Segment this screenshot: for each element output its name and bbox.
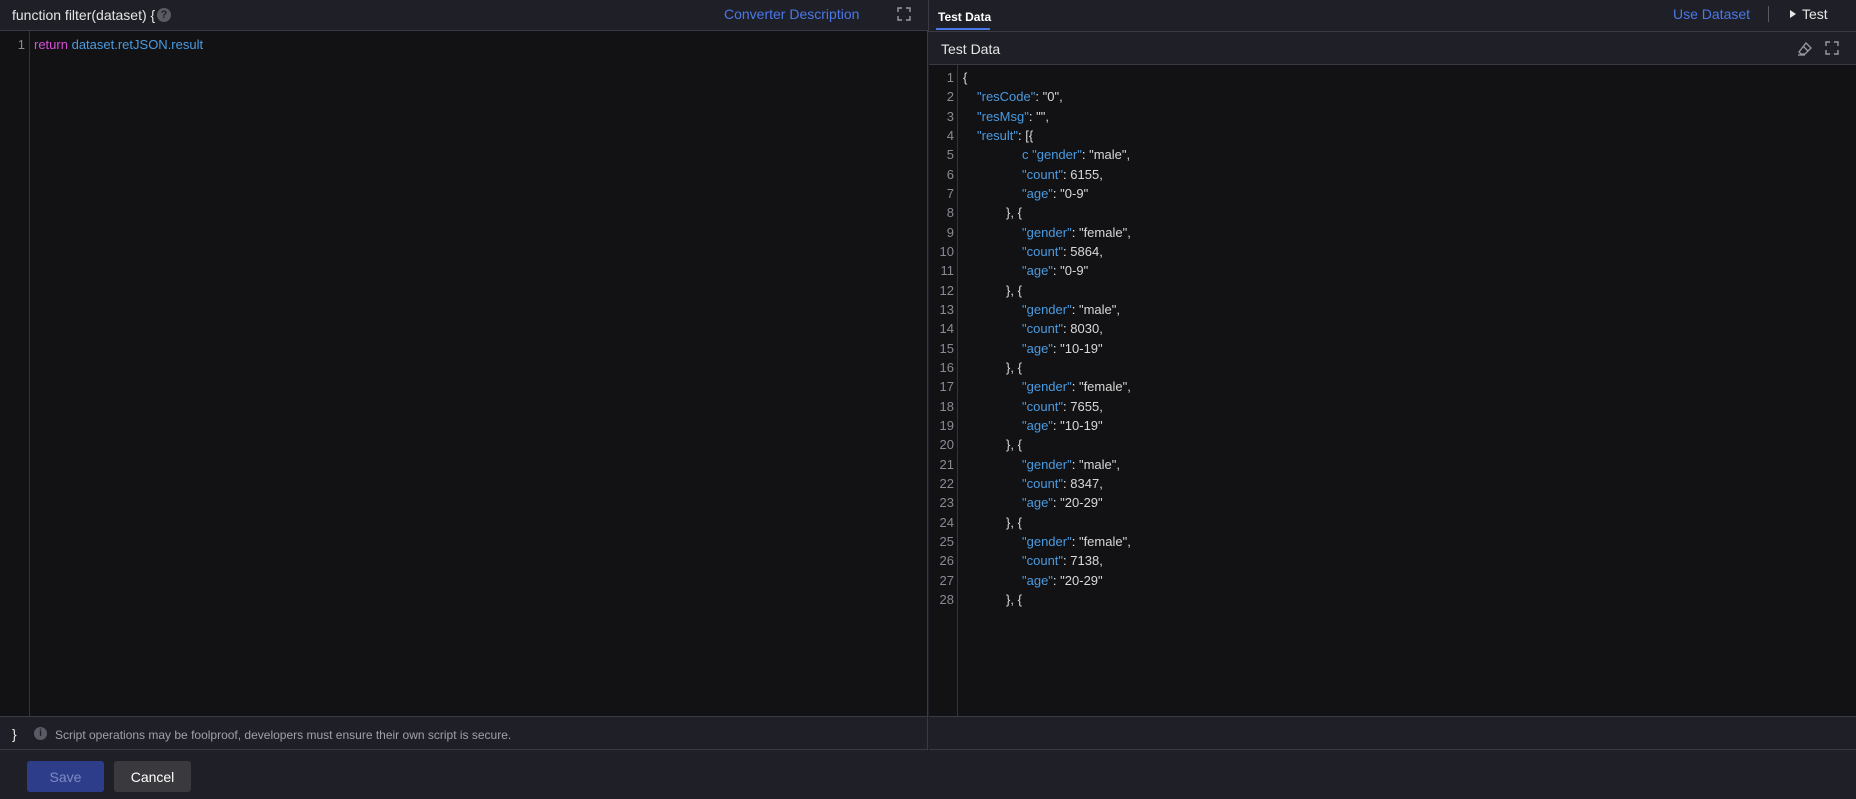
json-line: "count": 7655, bbox=[1022, 398, 1103, 414]
json-line: "gender": "female", bbox=[1022, 224, 1131, 240]
closing-brace: } bbox=[12, 726, 17, 742]
play-icon bbox=[1790, 10, 1796, 18]
line-number: 25 bbox=[939, 533, 954, 549]
test-button[interactable]: Test bbox=[1790, 6, 1828, 22]
json-line: "age": "20-29" bbox=[1022, 495, 1103, 511]
line-number: 23 bbox=[939, 495, 954, 511]
line-number: 2 bbox=[946, 89, 954, 105]
line-number: 18 bbox=[939, 398, 954, 414]
line-number: 10 bbox=[939, 243, 954, 259]
json-line: "count": 5864, bbox=[1022, 243, 1103, 259]
test-data-header bbox=[929, 32, 1856, 65]
info-circle-icon: i bbox=[34, 727, 47, 740]
json-line: "gender": "male", bbox=[1022, 301, 1120, 317]
line-number: 20 bbox=[939, 437, 954, 453]
line-number: 15 bbox=[939, 340, 954, 356]
json-line: { bbox=[963, 70, 968, 85]
test-data-title: Test Data bbox=[941, 41, 1001, 57]
line-number: 6 bbox=[946, 166, 954, 182]
json-line: "resMsg": "", bbox=[977, 108, 1049, 124]
json-line: "gender": "male", bbox=[1022, 456, 1120, 472]
json-line: "age": "20-29" bbox=[1022, 572, 1103, 588]
json-line: "age": "10-19" bbox=[1022, 417, 1103, 433]
line-number: 27 bbox=[939, 572, 954, 588]
line-number-gutter: 1 2 3 4 5 6 7 8 9 10 11 12 13 14 15 16 17 18 19 20 21 22 23 24 2… bbox=[929, 65, 958, 716]
json-line: "age": "0-9" bbox=[1022, 185, 1089, 201]
line-number: 21 bbox=[939, 456, 954, 472]
line-number: 13 bbox=[939, 301, 954, 317]
code-line[interactable]: return dataset.retJSON.result bbox=[34, 37, 203, 52]
function-signature: function filter(dataset) { bbox=[12, 7, 156, 23]
json-line: }, { bbox=[1006, 437, 1022, 453]
question-circle-icon[interactable]: ? bbox=[157, 8, 171, 22]
line-number: 4 bbox=[946, 127, 954, 143]
json-line: "count": 7138, bbox=[1022, 553, 1103, 569]
line-number: 1 bbox=[946, 70, 954, 85]
line-number: 16 bbox=[939, 359, 954, 375]
save-button[interactable]: Save bbox=[27, 761, 104, 792]
line-number: 9 bbox=[946, 224, 954, 240]
cancel-button[interactable]: Cancel bbox=[114, 761, 191, 792]
line-number-gutter: 1 bbox=[0, 31, 30, 716]
json-line: "gender": "female", bbox=[1022, 533, 1131, 549]
line-number: 24 bbox=[939, 514, 954, 530]
json-line: }, { bbox=[1006, 359, 1022, 375]
test-button-label: Test bbox=[1802, 6, 1828, 22]
script-editor[interactable] bbox=[0, 31, 928, 716]
return-expression: dataset.retJSON.result bbox=[71, 37, 204, 52]
security-warning: Script operations may be foolproof, deve… bbox=[55, 728, 512, 742]
line-number: 19 bbox=[939, 417, 954, 433]
toolbar-divider bbox=[1768, 6, 1769, 22]
json-line: "count": 8030, bbox=[1022, 321, 1103, 337]
json-line: c "gender": "male", bbox=[1022, 147, 1131, 163]
line-number: 17 bbox=[939, 379, 954, 395]
fullscreen-icon[interactable] bbox=[897, 7, 911, 21]
line-number: 8 bbox=[946, 205, 954, 221]
test-data-footer bbox=[929, 716, 1856, 750]
line-number: 1 bbox=[17, 37, 25, 52]
json-line: }, { bbox=[1006, 591, 1022, 607]
json-line: "count": 6155, bbox=[1022, 166, 1103, 182]
json-line: "gender": "female", bbox=[1022, 379, 1131, 395]
tab-test-data[interactable]: Test Data bbox=[938, 10, 991, 24]
line-number: 26 bbox=[939, 553, 954, 569]
json-line: "count": 8347, bbox=[1022, 475, 1103, 491]
json-line: "age": "0-9" bbox=[1022, 263, 1089, 279]
line-number: 12 bbox=[939, 282, 954, 298]
line-number: 3 bbox=[946, 108, 954, 124]
json-line: }, { bbox=[1006, 514, 1022, 530]
use-dataset-link[interactable]: Use Dataset bbox=[1673, 6, 1750, 22]
line-number: 5 bbox=[946, 147, 954, 163]
line-number: 22 bbox=[939, 475, 954, 491]
json-line: }, { bbox=[1006, 282, 1022, 298]
converter-description-link[interactable]: Converter Description bbox=[724, 6, 859, 22]
line-number: 7 bbox=[946, 185, 954, 201]
line-number: 28 bbox=[939, 591, 954, 607]
json-line: }, { bbox=[1006, 205, 1022, 221]
json-line: "result": [{ bbox=[977, 127, 1034, 143]
fullscreen-icon[interactable] bbox=[1825, 41, 1839, 55]
line-number: 11 bbox=[940, 263, 955, 279]
return-keyword: return bbox=[34, 37, 68, 52]
line-number: 14 bbox=[939, 321, 954, 337]
json-line: "age": "10-19" bbox=[1022, 340, 1103, 356]
clear-format-icon[interactable] bbox=[1797, 41, 1813, 57]
active-tab-indicator bbox=[936, 28, 990, 30]
json-line: "resCode": "0", bbox=[977, 89, 1063, 105]
